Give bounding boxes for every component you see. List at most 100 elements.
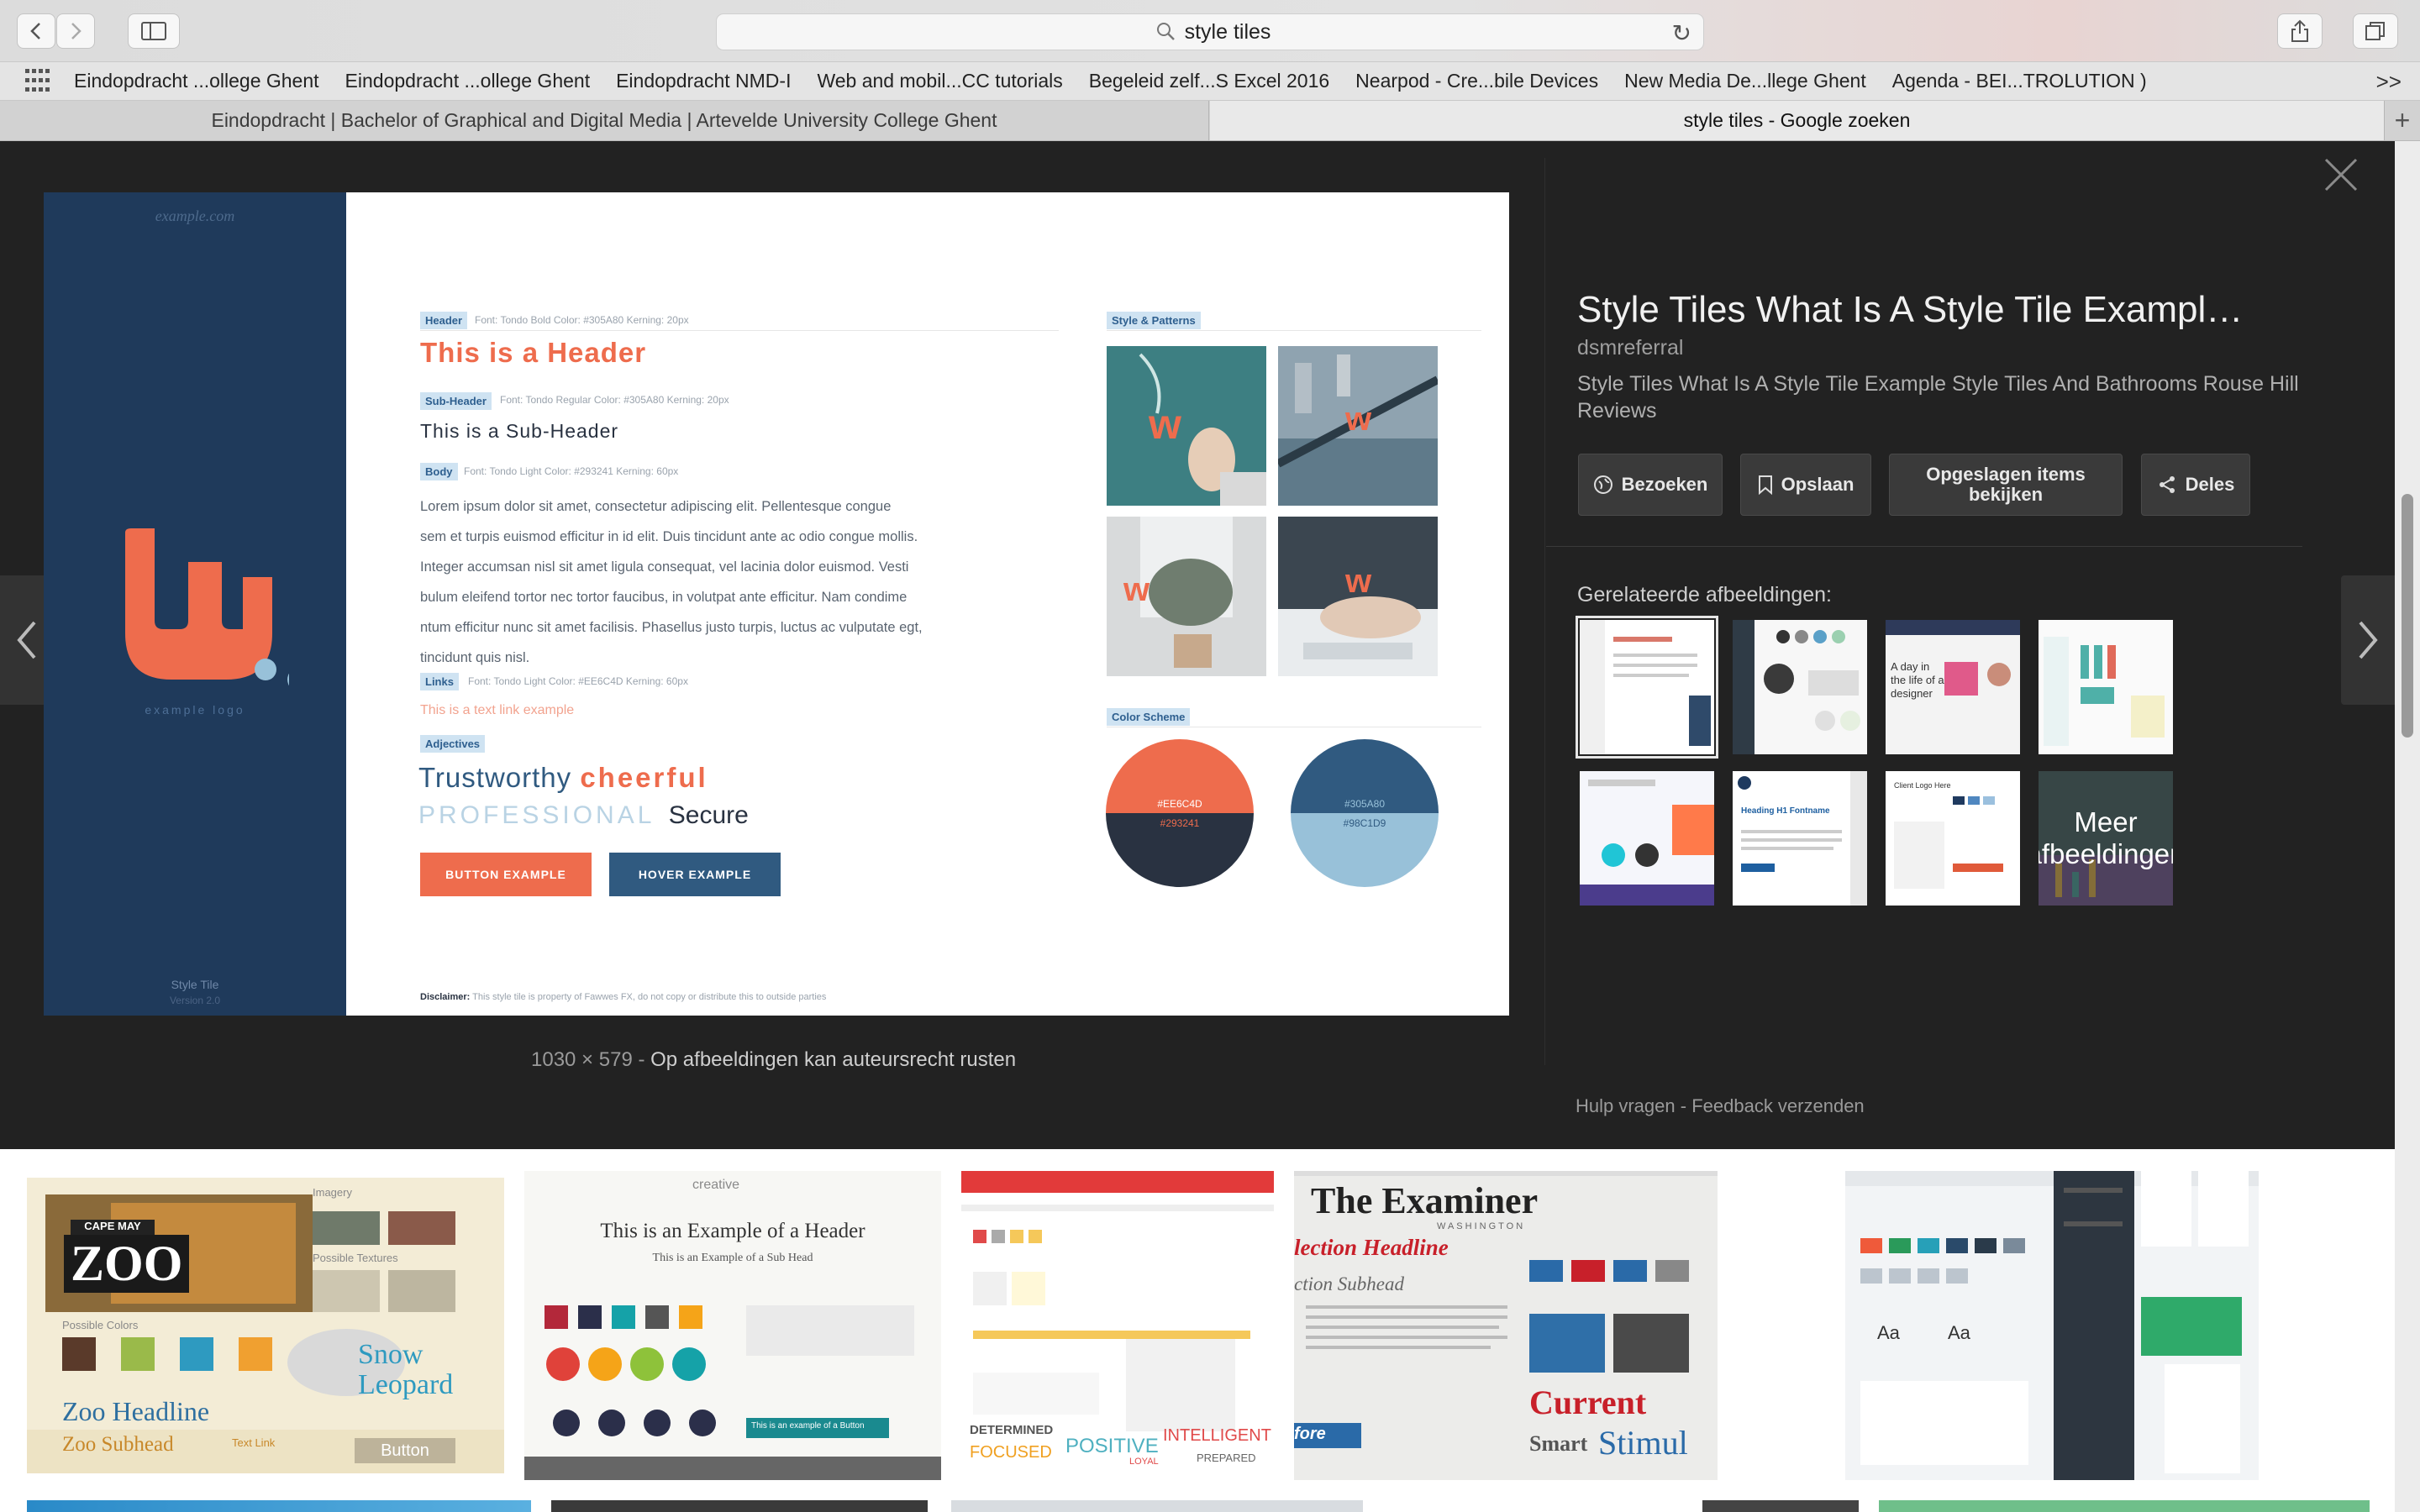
zoo-logo-text: ZOO: [64, 1235, 190, 1293]
result-image-partial[interactable]: [951, 1500, 1363, 1512]
word-loyal: LOYAL: [1129, 1457, 1159, 1467]
hover-example: HOVER EXAMPLE: [609, 853, 781, 896]
related-image-thumbnail[interactable]: [1576, 616, 1718, 759]
result-image-brand-words[interactable]: DETERMINED FOCUSED POSITIVE INTELLIGENT …: [961, 1171, 1274, 1480]
svg-text:w: w: [1344, 401, 1372, 438]
related-image-thumbnail[interactable]: A day in the life of a designer: [1886, 620, 2020, 754]
swatch-orange-navy: #EE6C4D #293241: [1106, 739, 1254, 887]
visit-button[interactable]: Bezoeken: [1578, 454, 1723, 516]
disclaimer-text: This style tile is property of Fawwes FX…: [470, 992, 827, 1002]
result-image-partial[interactable]: [27, 1500, 531, 1512]
result-image-examiner[interactable]: The Examiner WASHINGTON lection Headline…: [1294, 1171, 1718, 1480]
examiner-current-text: Current: [1529, 1383, 1647, 1421]
help-link[interactable]: Hulp vragen: [1576, 1095, 1676, 1116]
bookmark-item[interactable]: Web and mobil...CC tutorials: [817, 70, 1062, 92]
forward-button[interactable]: [56, 13, 95, 49]
example-logo-image: [125, 528, 289, 686]
logo-caption: example logo: [145, 703, 245, 717]
feedback-link[interactable]: Feedback verzenden: [1691, 1095, 1864, 1116]
pattern-photo-chalkboard: w: [1107, 346, 1266, 506]
svg-text:designer: designer: [1891, 687, 1933, 700]
tabs-icon: [2365, 22, 2385, 40]
example-subhead-text: This is an Example of a Sub Head: [652, 1252, 813, 1264]
bookmark-item[interactable]: Agenda - BEI...TROLUTION ): [1892, 70, 2147, 92]
scrollbar-thumb[interactable]: [2402, 494, 2413, 738]
next-image-button[interactable]: [2341, 575, 2395, 705]
sample-link: This is a text link example: [420, 703, 575, 717]
style-tile-sidebar: example.com example logo Style Tile Vers…: [44, 192, 346, 1016]
result-image-zoo[interactable]: CAPE MAY COUNTY ZOO Imagery Possible Tex…: [27, 1178, 504, 1473]
sidebar-toggle-button[interactable]: [128, 13, 180, 49]
image-results-grid: CAPE MAY COUNTY ZOO Imagery Possible Tex…: [0, 1149, 2395, 1512]
result-image-partial[interactable]: [551, 1500, 928, 1512]
example-brand-text: creative: [692, 1178, 740, 1192]
subheader-tag: Sub-Header: [420, 392, 492, 410]
result-image-partial[interactable]: [1702, 1500, 1859, 1512]
bookmark-item[interactable]: Eindopdracht NMD-I: [616, 70, 791, 92]
image-source[interactable]: dsmreferral: [1577, 336, 1683, 360]
zoo-colors-label: Possible Colors: [62, 1319, 139, 1331]
word-intelligent: INTELLIGENT: [1163, 1426, 1271, 1445]
chevron-right-icon: [71, 23, 82, 39]
svg-text:w: w: [1123, 571, 1150, 608]
help-links: Hulp vragen - Feedback verzenden: [1576, 1095, 1865, 1116]
adjective-secure: Secure: [668, 801, 749, 829]
share-label: Deles: [2185, 474, 2235, 495]
zoo-headline-text: Zoo Headline: [62, 1396, 210, 1426]
save-label: Opslaan: [1781, 474, 1854, 495]
bookmark-item[interactable]: Begeleid zelf...S Excel 2016: [1089, 70, 1329, 92]
related-image-thumbnail[interactable]: Client Logo Here: [1886, 771, 2020, 906]
related-image-thumbnail[interactable]: [2039, 620, 2173, 754]
bookmark-item[interactable]: New Media De...llege Ghent: [1624, 70, 1866, 92]
related-image-thumbnail[interactable]: [1733, 620, 1867, 754]
preview-image[interactable]: example.com example logo Style Tile Vers…: [44, 192, 1509, 1016]
swatch-blue-lightblue: #305A80 #98C1D9: [1291, 739, 1439, 887]
adjective-cheerful: cheerful: [580, 762, 708, 793]
bookmark-item[interactable]: Eindopdracht ...ollege Ghent: [74, 70, 319, 92]
bookmark-item[interactable]: Nearpod - Cre...bile Devices: [1355, 70, 1598, 92]
new-tab-icon[interactable]: +: [2384, 101, 2420, 140]
site-url-text: example.com: [155, 207, 235, 224]
save-button[interactable]: Opslaan: [1740, 454, 1871, 516]
more-images-thumbnail[interactable]: Meer afbeeldingen: [2039, 771, 2173, 906]
word-determined: DETERMINED: [970, 1423, 1054, 1437]
zoo-textures-label: Possible Textures: [313, 1252, 398, 1264]
swatch-1-bottom-label: #293241: [1160, 817, 1200, 829]
result-image-ui-kit[interactable]: Aa Aa: [1845, 1171, 2259, 1480]
related-images-title: Gerelateerde afbeeldingen:: [1577, 583, 1833, 606]
tabs-overview-button[interactable]: [2353, 13, 2398, 49]
patterns-tag: Style & Patterns: [1107, 312, 1201, 329]
reload-icon[interactable]: ↻: [1672, 19, 1691, 47]
bookmark-item[interactable]: Eindopdracht ...ollege Ghent: [345, 70, 591, 92]
bookmarks-overflow-icon[interactable]: >>: [2376, 69, 2402, 95]
zoo-button-text: Button: [381, 1441, 429, 1460]
tab-google-search[interactable]: style tiles - Google zoeken: [1210, 101, 2384, 140]
svg-text:w: w: [1148, 401, 1181, 448]
bookmarks-bar: Eindopdracht ...ollege Ghent Eindopdrach…: [0, 62, 2420, 101]
adjectives-row-2: PROFESSIONAL Secure: [418, 801, 749, 830]
result-image-partial[interactable]: [1879, 1500, 2370, 1512]
tab-eindopdracht[interactable]: Eindopdracht | Bachelor of Graphical and…: [0, 101, 1209, 140]
adjectives-row-1: Trustworthy cheerful: [418, 762, 708, 794]
share-image-button[interactable]: Deles: [2141, 454, 2250, 516]
sidebar-icon: [141, 22, 166, 40]
close-viewer-button[interactable]: [2321, 155, 2361, 195]
image-title[interactable]: Style Tiles What Is A Style Tile Exampl…: [1577, 289, 2333, 331]
svg-text:w: w: [1344, 563, 1372, 600]
related-image-thumbnail[interactable]: [1580, 771, 1714, 906]
header-meta: Font: Tondo Bold Color: #305A80 Kerning:…: [475, 314, 689, 326]
address-bar[interactable]: style tiles ↻: [716, 13, 1704, 50]
swatch-2-bottom-label: #98C1D9: [1344, 817, 1386, 829]
examiner-more-button: fore: [1294, 1425, 1326, 1443]
pattern-photo-plant: w: [1107, 517, 1266, 676]
body-tag: Body: [420, 463, 458, 480]
share-button[interactable]: [2277, 13, 2323, 49]
result-image-example-header[interactable]: creative This is an Example of a Header …: [524, 1171, 941, 1480]
page-scrollbar[interactable]: [2395, 141, 2420, 1512]
view-saved-button[interactable]: Opgeslagen items bekijken: [1889, 454, 2123, 516]
back-button[interactable]: [17, 13, 55, 49]
related-image-thumbnail[interactable]: Heading H1 Fontname: [1733, 771, 1867, 906]
apps-grid-icon[interactable]: [25, 68, 50, 94]
tile-label: Style Tile: [171, 978, 219, 991]
body-line: sem et turpis euismod efficitur in id el…: [420, 529, 918, 544]
